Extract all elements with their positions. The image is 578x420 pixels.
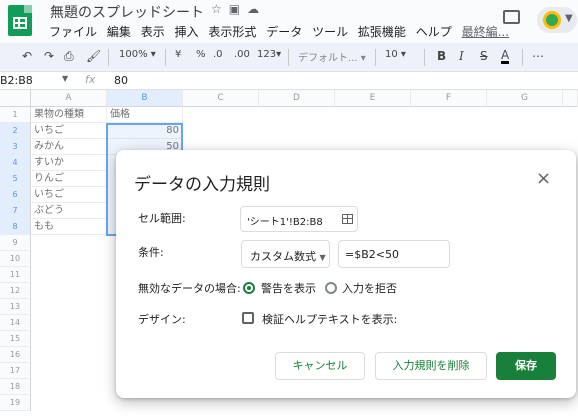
toolbar-divider [424, 49, 425, 66]
formula-input[interactable]: 80 [114, 74, 128, 87]
remove-rule-button[interactable]: 入力規則を削除 [375, 352, 487, 380]
header: 無題のスプレッドシート ☆ ▣ ☁ ファイル 編集 表示 挿入 表示形式 データ ツ… [0, 0, 578, 43]
last-edit-link[interactable]: 最終編... [462, 25, 509, 39]
more-options-icon[interactable]: ⋯ [532, 49, 544, 63]
font-size-value: 10 [385, 49, 398, 60]
toolbar-divider [522, 49, 523, 66]
more-formats-button[interactable]: 123▾ [257, 49, 281, 60]
toolbar-divider [288, 49, 289, 66]
toolbar-divider [375, 49, 376, 66]
currency-format-button[interactable]: ¥ [175, 49, 181, 60]
appearance-label: デザイン: [138, 313, 186, 326]
cancel-button[interactable]: キャンセル [275, 352, 365, 380]
invalid-data-label: 無効なデータの場合: [138, 282, 241, 295]
bold-button[interactable]: B [437, 49, 446, 63]
chevron-down-icon: ▼ [319, 253, 326, 262]
increase-decimal-button[interactable]: .00 [234, 49, 250, 60]
reject-input-radio[interactable] [325, 282, 337, 294]
more-formats-label: 123 [257, 49, 277, 60]
toolbar: ↶ ↷ ⎙ 🖌 100% ▾ ¥ % .0 .00 123▾ デフォルト... … [0, 43, 578, 72]
show-warning-radio[interactable] [243, 282, 255, 294]
toolbar-divider [108, 49, 109, 66]
toolbar-divider [165, 49, 166, 66]
text-color-button[interactable]: A [501, 49, 510, 64]
formula-bar: B2:B8 ▼ fx 80 [0, 72, 578, 90]
redo-icon[interactable]: ↷ [44, 49, 54, 63]
menu-edit[interactable]: 編集 [107, 25, 131, 39]
help-text-label[interactable]: 検証ヘルプテキストを表示: [262, 311, 397, 327]
menu-data[interactable]: データ [266, 25, 302, 39]
criteria-type-dropdown[interactable]: カスタム数式 ▼ [241, 240, 330, 268]
menu-insert[interactable]: 挿入 [175, 25, 199, 39]
range-value: 'シート1'!B2:B8 [247, 217, 323, 228]
menu-extensions[interactable]: 拡張機能 [358, 25, 406, 39]
menu-file[interactable]: ファイル [49, 25, 97, 39]
dialog-title: データの入力規則 [134, 175, 270, 195]
percent-format-button[interactable]: % [196, 49, 206, 60]
print-icon[interactable]: ⎙ [64, 49, 74, 64]
menu-format[interactable]: 表示形式 [208, 25, 256, 39]
move-folder-icon[interactable]: ▣ [229, 2, 240, 16]
comment-history-icon[interactable] [503, 10, 520, 24]
reject-input-label[interactable]: 入力を拒否 [342, 280, 397, 296]
font-size-select[interactable]: 10 ▾ [385, 49, 406, 60]
paint-format-icon[interactable]: 🖌 [86, 49, 101, 63]
range-input[interactable]: 'シート1'!B2:B8 [240, 206, 358, 232]
document-title[interactable]: 無題のスプレッドシート [50, 2, 204, 22]
save-button[interactable]: 保存 [496, 352, 556, 380]
chevron-down-icon: ▼ [565, 13, 573, 24]
range-label: セル範囲: [138, 212, 186, 225]
criteria-type-value: カスタム数式 [250, 250, 316, 263]
name-box[interactable]: B2:B8 ▼ [0, 74, 75, 87]
sheets-logo-icon[interactable] [8, 5, 32, 36]
menu-view[interactable]: 表示 [141, 25, 165, 39]
cloud-status-icon[interactable]: ☁ [247, 2, 259, 16]
menu-help[interactable]: ヘルプ [416, 25, 452, 39]
select-range-icon[interactable] [342, 214, 353, 224]
menu-bar: ファイル 編集 表示 挿入 表示形式 データ ツール 拡張機能 ヘルプ 最終編.… [49, 23, 515, 40]
zoom-select[interactable]: 100% ▾ [119, 49, 156, 60]
formula-input[interactable]: =$B2<50 [338, 240, 450, 268]
italic-button[interactable]: I [459, 49, 464, 63]
menu-tools[interactable]: ツール [312, 25, 348, 39]
undo-icon[interactable]: ↶ [22, 49, 32, 63]
criteria-label: 条件: [138, 246, 164, 259]
meet-icon [543, 11, 561, 29]
strikethrough-button[interactable]: S [480, 49, 488, 63]
help-text-checkbox[interactable] [242, 312, 254, 324]
show-warning-label[interactable]: 警告を表示 [261, 280, 316, 296]
chevron-down-icon: ▼ [62, 74, 69, 83]
font-value: デフォルト... [298, 53, 358, 64]
close-icon[interactable]: × [536, 168, 551, 189]
title-icons: ☆ ▣ ☁ [211, 2, 266, 16]
sheets-app: 無題のスプレッドシート ☆ ▣ ☁ ファイル 編集 表示 挿入 表示形式 データ ツ… [0, 0, 578, 420]
meet-button[interactable]: ▼ [537, 7, 577, 33]
decrease-decimal-button[interactable]: .0 [213, 49, 223, 60]
fx-icon: fx [85, 73, 96, 86]
zoom-value: 100% [119, 49, 148, 60]
data-validation-dialog: データの入力規則 × セル範囲: 'シート1'!B2:B8 条件: カスタム数式… [116, 150, 576, 398]
star-icon[interactable]: ☆ [211, 2, 222, 16]
font-select[interactable]: デフォルト... ▾ [298, 49, 366, 64]
name-box-value: B2:B8 [0, 74, 33, 87]
